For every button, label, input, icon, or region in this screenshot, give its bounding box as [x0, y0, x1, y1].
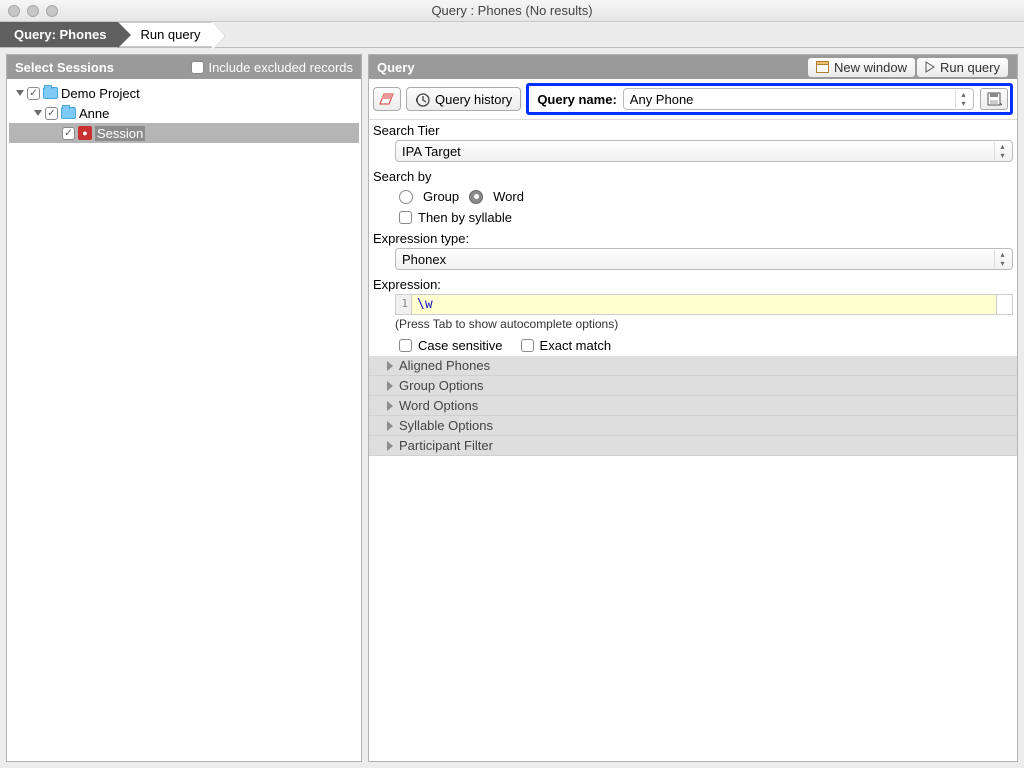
traffic-lights	[8, 5, 58, 17]
then-by-syllable-checkbox[interactable]	[399, 211, 412, 224]
breadcrumb: Query: Phones Run query	[0, 22, 1024, 48]
folder-icon	[43, 87, 58, 99]
expression-type-combo[interactable]: Phonex ▴▾	[395, 248, 1013, 270]
breadcrumb-query[interactable]: Query: Phones	[0, 22, 118, 47]
window-icon	[816, 61, 829, 73]
checkbox-icon	[191, 61, 204, 74]
updown-icon[interactable]: ▴▾	[994, 142, 1010, 160]
disclosure-arrow-icon	[387, 381, 393, 391]
query-history-button[interactable]: Query history	[406, 87, 521, 111]
window-title: Query : Phones (No results)	[0, 3, 1024, 18]
search-by-label: Search by	[369, 166, 1017, 186]
select-sessions-panel: Select Sessions Include excluded records…	[6, 54, 362, 762]
expression-type-value: Phonex	[402, 252, 446, 267]
search-tier-label: Search Tier	[369, 120, 1017, 140]
checkbox-icon[interactable]	[45, 107, 58, 120]
updown-icon[interactable]: ▴▾	[994, 250, 1010, 268]
options-area: Aligned Phones Group Options Word Option…	[369, 356, 1017, 456]
tree-row-project[interactable]: Demo Project	[9, 83, 359, 103]
session-tree[interactable]: Demo Project Anne Session	[7, 79, 361, 147]
radio-word-label: Word	[493, 189, 524, 204]
expression-hint: (Press Tab to show autocomplete options)	[369, 317, 1017, 335]
select-sessions-title: Select Sessions	[15, 60, 114, 75]
then-by-syllable-label: Then by syllable	[418, 210, 512, 225]
expression-type-label: Expression type:	[369, 228, 1017, 248]
disclosure-arrow-icon	[387, 361, 393, 371]
query-panel-title: Query	[377, 60, 415, 75]
disclosure-arrow-icon[interactable]	[34, 110, 42, 116]
radio-group[interactable]	[399, 190, 413, 204]
disclosure-arrow-icon	[387, 441, 393, 451]
radio-word[interactable]	[469, 190, 483, 204]
session-icon	[78, 126, 92, 140]
minimize-window-icon[interactable]	[27, 5, 39, 17]
radio-group-label: Group	[423, 189, 459, 204]
query-panel: Query New window Run query Query history	[368, 54, 1018, 762]
window-titlebar: Query : Phones (No results)	[0, 0, 1024, 22]
option-row-syllable-options[interactable]: Syllable Options	[369, 416, 1017, 436]
query-toolbar: Query history Query name: Any Phone ▴▾	[369, 79, 1017, 119]
option-row-group-options[interactable]: Group Options	[369, 376, 1017, 396]
query-name-value: Any Phone	[630, 92, 694, 107]
updown-icon[interactable]: ▴▾	[955, 90, 971, 108]
query-name-label: Query name:	[531, 92, 616, 107]
line-number: 1	[395, 294, 411, 315]
breadcrumb-run-query[interactable]: Run query	[118, 22, 212, 47]
exact-match-checkbox[interactable]	[521, 339, 534, 352]
zoom-window-icon[interactable]	[46, 5, 58, 17]
tree-label: Session	[95, 126, 145, 141]
checkbox-icon[interactable]	[27, 87, 40, 100]
new-window-button[interactable]: New window	[807, 57, 916, 78]
disclosure-arrow-icon	[387, 401, 393, 411]
expression-input[interactable]: \w	[411, 294, 997, 315]
include-excluded-toggle[interactable]: Include excluded records	[191, 60, 353, 75]
query-name-combo[interactable]: Any Phone ▴▾	[623, 88, 974, 110]
run-query-button[interactable]: Run query	[916, 57, 1009, 78]
case-sensitive-checkbox[interactable]	[399, 339, 412, 352]
folder-icon	[61, 107, 76, 119]
expression-editor[interactable]: 1 \w	[395, 294, 1013, 315]
search-tier-combo[interactable]: IPA Target ▴▾	[395, 140, 1013, 162]
expression-label: Expression:	[369, 274, 1017, 294]
close-window-icon[interactable]	[8, 5, 20, 17]
save-query-button[interactable]	[980, 88, 1008, 110]
tree-label: Demo Project	[61, 86, 140, 101]
case-sensitive-label: Case sensitive	[418, 338, 503, 353]
query-name-box: Query name: Any Phone ▴▾	[526, 83, 1013, 115]
checkbox-icon[interactable]	[62, 127, 75, 140]
tree-row-session[interactable]: Session	[9, 123, 359, 143]
exact-match-label: Exact match	[540, 338, 612, 353]
option-row-participant-filter[interactable]: Participant Filter	[369, 436, 1017, 456]
save-icon	[987, 92, 1002, 106]
eraser-button[interactable]	[373, 87, 401, 111]
disclosure-arrow-icon	[387, 421, 393, 431]
expression-scrollbar[interactable]	[997, 294, 1013, 315]
option-row-word-options[interactable]: Word Options	[369, 396, 1017, 416]
search-tier-value: IPA Target	[402, 144, 461, 159]
tree-row-child[interactable]: Anne	[9, 103, 359, 123]
play-icon	[925, 61, 935, 73]
disclosure-arrow-icon[interactable]	[16, 90, 24, 96]
tree-label: Anne	[79, 106, 109, 121]
history-icon	[415, 92, 430, 107]
option-row-aligned-phones[interactable]: Aligned Phones	[369, 356, 1017, 376]
eraser-icon	[379, 92, 395, 106]
